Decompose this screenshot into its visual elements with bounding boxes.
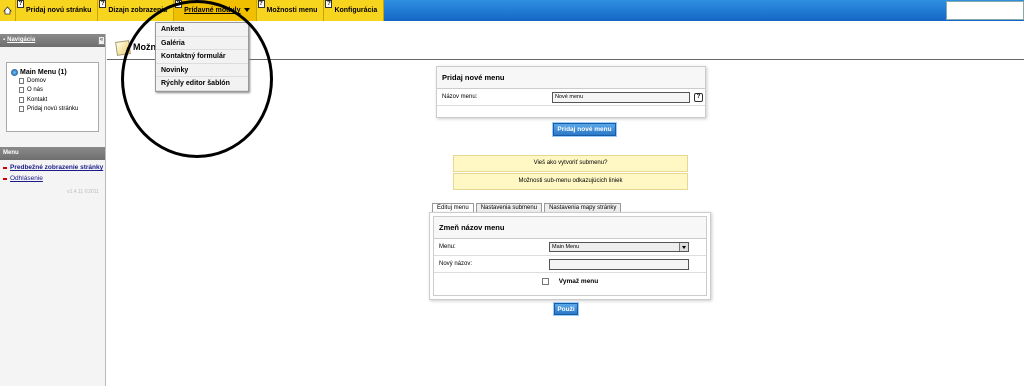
- tree-root[interactable]: Main Menu (1): [11, 69, 94, 76]
- link-label: Odhlásenie: [10, 175, 43, 182]
- submenu-help-link[interactable]: Vieš ako vytvoriť submenu?: [453, 155, 688, 172]
- help-icon[interactable]: ?: [257, 0, 265, 8]
- tree-item-add-page[interactable]: Pridaj novú stránku: [19, 105, 94, 115]
- collapse-button[interactable]: «: [98, 36, 105, 45]
- tab-modules[interactable]: ? Prídavné moduly: [174, 0, 257, 21]
- edit-menu-inner: Zmeň názov menu Menu: Main Menu Nový náz…: [433, 216, 707, 296]
- delete-menu-checkbox[interactable]: [541, 278, 549, 285]
- tree-item-label: O nás: [27, 87, 44, 94]
- sidebar-header: ▪ Navigácia: [0, 34, 105, 47]
- menu-select-value: Main Menu: [552, 244, 580, 250]
- page-icon: [19, 96, 24, 103]
- menu-name-input[interactable]: Nové menu: [552, 91, 690, 103]
- tab-label: Dizajn zobrazenia: [108, 7, 168, 14]
- tab-add-page[interactable]: ? Pridaj novú stránku: [16, 0, 99, 21]
- menu-options-icon: [115, 40, 131, 56]
- tab-label: Prídavné moduly: [184, 7, 241, 14]
- new-name-row: Nový názov:: [434, 256, 706, 273]
- tree-item-about[interactable]: O nás: [19, 86, 94, 96]
- menu-select[interactable]: Main Menu: [549, 242, 689, 252]
- menu-select-row: Menu: Main Menu: [434, 239, 706, 256]
- dropdown-item-poll[interactable]: Anketa: [156, 23, 248, 37]
- tab-label: Možnosti menu: [266, 7, 318, 14]
- dropdown-item-gallery[interactable]: Galéria: [156, 37, 248, 50]
- home-icon: [3, 6, 12, 15]
- panel-title: Zmeň názov menu: [434, 217, 706, 239]
- link-label: Predbežné zobrazenie stránky: [10, 164, 104, 171]
- add-menu-panel: Pridaj nové menu Názov menu: Nové menu ?: [436, 66, 706, 118]
- logout-link[interactable]: Odhlásenie: [3, 175, 105, 182]
- menu-tree: Main Menu (1) Domov O nás Kontakt Pridaj…: [6, 62, 99, 132]
- tab-design[interactable]: ? Dizajn zobrazenia: [98, 0, 175, 21]
- tree-item-label: Domov: [27, 77, 47, 84]
- apply-button[interactable]: Použi: [553, 302, 579, 316]
- tab-configuration[interactable]: ? Konfigurácia: [324, 0, 385, 21]
- tree-item-home[interactable]: Domov: [19, 76, 94, 86]
- search-input[interactable]: [946, 1, 1024, 20]
- globe-icon: [11, 69, 18, 76]
- help-icon[interactable]: ?: [175, 0, 183, 8]
- tab-label: Konfigurácia: [334, 7, 378, 14]
- tree-root-label: Main Menu (1): [20, 69, 67, 76]
- delete-row: Vymaž menu: [434, 273, 706, 290]
- menu-select-label: Menu:: [439, 244, 456, 250]
- tree-item-contact[interactable]: Kontakt: [19, 95, 94, 105]
- help-icon[interactable]: ?: [17, 0, 24, 8]
- chevron-down-icon: [243, 8, 250, 13]
- dropdown-item-contact-form[interactable]: Kontaktný formulár: [156, 50, 248, 64]
- modules-dropdown: Anketa Galéria Kontaktný formulár Novink…: [155, 22, 249, 92]
- menu-name-label: Názov menu:: [442, 94, 478, 100]
- bullet-icon: [3, 178, 7, 180]
- sidebar-menu: Menu Predbežné zobrazenie stránky Odhlás…: [0, 147, 105, 195]
- edit-menu-panel: Zmeň názov menu Menu: Main Menu Nový náz…: [429, 212, 711, 300]
- sidebar-header-label[interactable]: Navigácia: [7, 37, 35, 43]
- sidebar: ▪ Navigácia « Main Menu (1) Domov O nás K…: [0, 34, 106, 386]
- page-icon: [19, 106, 24, 113]
- panel-title: Pridaj nové menu: [437, 67, 705, 89]
- top-tabs: ? Pridaj novú stránku ? Dizajn zobrazenia …: [0, 0, 385, 21]
- page-icon: [19, 87, 24, 94]
- add-menu-button[interactable]: Pridaj nové menu: [552, 122, 617, 137]
- tree-item-label: Kontakt: [27, 96, 48, 103]
- help-icon[interactable]: ?: [325, 0, 333, 8]
- tab-label: Pridaj novú stránku: [26, 7, 92, 14]
- tree-item-label: Pridaj novú stránku: [27, 106, 79, 113]
- chevron-down-icon: [679, 243, 688, 251]
- help-icon[interactable]: ?: [99, 0, 107, 8]
- sidebar-menu-header: Menu: [0, 147, 105, 160]
- dropdown-item-template-editor[interactable]: Rýchly editor šablón: [156, 77, 248, 91]
- delete-menu-label: Vymaž menu: [558, 278, 599, 285]
- dropdown-item-news[interactable]: Novinky: [156, 64, 248, 77]
- version-text: v1.4.11 ©2011: [67, 189, 99, 195]
- home-button[interactable]: [0, 0, 16, 21]
- preview-link[interactable]: Predbežné zobrazenie stránky: [3, 164, 105, 171]
- page-icon: [19, 77, 24, 84]
- tab-menu-options[interactable]: ? Možnosti menu: [256, 0, 325, 21]
- new-name-label: Nový názov:: [439, 261, 473, 267]
- bullet-icon: [3, 167, 7, 169]
- new-name-input[interactable]: [549, 258, 689, 270]
- submenu-options-link[interactable]: Možnosti sub-menu odkazujúcich liniek: [453, 173, 688, 190]
- help-icon[interactable]: ?: [694, 92, 703, 102]
- menu-name-row: Názov menu: Nové menu ?: [437, 89, 705, 106]
